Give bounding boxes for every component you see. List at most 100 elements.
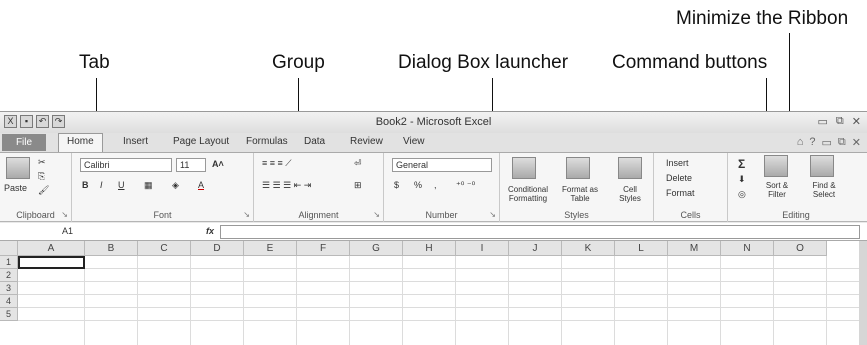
grid-line <box>18 294 859 295</box>
sort-filter-icon <box>764 155 788 177</box>
number-format-box[interactable]: General <box>392 158 492 172</box>
paste-button[interactable]: Paste <box>4 183 27 193</box>
column-header[interactable]: B <box>85 241 138 256</box>
excel-window: X ▪ ↶ ↷ Book2 - Microsoft Excel ▭ ⧉ ✕ Fi… <box>0 111 867 345</box>
column-header[interactable]: O <box>774 241 827 256</box>
format-cells-button[interactable]: Format <box>666 188 695 198</box>
wrap-text-icon[interactable]: ⏎ <box>354 158 362 169</box>
tab-formulas[interactable]: Formulas <box>246 136 288 147</box>
insert-cells-button[interactable]: Insert <box>666 158 689 168</box>
tab-home[interactable]: Home <box>58 133 103 152</box>
fx-icon[interactable]: fx <box>206 226 214 236</box>
close-workbook-button[interactable]: ✕ <box>852 136 861 149</box>
copy-icon[interactable]: ⎘ <box>38 171 45 182</box>
vertical-scrollbar[interactable] <box>859 241 867 345</box>
delete-cells-button[interactable]: Delete <box>666 173 692 183</box>
align-top-icon[interactable]: ≡ ≡ ≡ ⟋ <box>262 158 292 169</box>
format-as-table-button[interactable]: Format as Table <box>556 185 604 203</box>
row-header[interactable]: 3 <box>0 282 18 295</box>
row-header[interactable]: 1 <box>0 256 18 269</box>
name-box[interactable]: A1 <box>2 225 130 239</box>
font-name-box[interactable]: Calibri <box>80 158 172 172</box>
column-header[interactable]: L <box>615 241 668 256</box>
column-header[interactable]: E <box>244 241 297 256</box>
tab-insert[interactable]: Insert <box>123 136 148 147</box>
active-cell-A1[interactable] <box>18 256 85 269</box>
tab-view[interactable]: View <box>403 136 425 147</box>
comma-button[interactable]: , <box>434 180 437 190</box>
grid-line <box>349 256 350 345</box>
tab-data[interactable]: Data <box>304 136 325 147</box>
column-header[interactable]: C <box>138 241 191 256</box>
tab-page-layout[interactable]: Page Layout <box>173 136 229 147</box>
cut-icon[interactable]: ✂ <box>38 157 46 168</box>
clipboard-launcher-icon[interactable]: ↘ <box>61 210 68 219</box>
row-header[interactable]: 5 <box>0 308 18 321</box>
ribbon: Paste ✂ ⎘ 🖌 Clipboard ↘ Calibri 11 A˄ B … <box>0 152 867 222</box>
sort-filter-button[interactable]: Sort & Filter <box>761 181 793 199</box>
row-header[interactable]: 4 <box>0 295 18 308</box>
column-header[interactable]: D <box>191 241 244 256</box>
underline-button[interactable]: U <box>118 180 125 190</box>
restore-window-button[interactable]: ⧉ <box>836 115 844 128</box>
autosum-button[interactable]: Σ <box>738 157 745 171</box>
formula-input[interactable] <box>220 225 860 239</box>
font-color-icon[interactable]: A <box>198 180 204 190</box>
group-number: General $ % , ⁺⁰ ⁻⁰ Number ↘ <box>384 153 500 222</box>
annotation-dialog-box-launcher: Dialog Box launcher <box>398 52 569 73</box>
conditional-formatting-icon <box>512 157 536 179</box>
column-header[interactable]: F <box>297 241 350 256</box>
currency-button[interactable]: $ <box>394 180 399 190</box>
clear-icon[interactable]: ◎ <box>738 189 746 200</box>
percent-button[interactable]: % <box>414 180 422 190</box>
conditional-formatting-button[interactable]: Conditional Formatting <box>502 185 554 203</box>
number-launcher-icon[interactable]: ↘ <box>489 210 496 219</box>
column-header[interactable]: A <box>18 241 85 256</box>
find-select-button[interactable]: Find & Select <box>804 181 844 199</box>
grid-line <box>18 281 859 282</box>
grow-font-icon[interactable]: A˄ <box>212 159 224 169</box>
alignment-launcher-icon[interactable]: ↘ <box>373 210 380 219</box>
align-left-icon[interactable]: ☰ ☰ ☰ ⇤ ⇥ <box>262 180 311 191</box>
merge-center-icon[interactable]: ⊞ <box>354 180 362 191</box>
close-window-button[interactable]: ✕ <box>852 115 861 128</box>
grid-line <box>826 256 827 345</box>
column-header[interactable]: H <box>403 241 456 256</box>
minimize-ribbon-icon[interactable]: ⌂ <box>797 136 804 149</box>
bold-button[interactable]: B <box>82 180 89 190</box>
group-label-alignment: Alignment <box>298 210 339 220</box>
minimize-workbook-button[interactable]: ▭ <box>822 136 832 149</box>
font-size-box[interactable]: 11 <box>176 158 206 172</box>
grid-line <box>190 256 191 345</box>
restore-workbook-button[interactable]: ⧉ <box>838 136 846 149</box>
column-header[interactable]: N <box>721 241 774 256</box>
group-alignment: ≡ ≡ ≡ ⟋ ☰ ☰ ☰ ⇤ ⇥ ⏎ ⊞ Alignment ↘ <box>254 153 384 222</box>
window-title: Book2 - Microsoft Excel <box>375 116 492 128</box>
minimize-window-button[interactable]: ▭ <box>818 115 828 128</box>
grid-line <box>508 256 509 345</box>
grid-line <box>614 256 615 345</box>
column-header[interactable]: K <box>562 241 615 256</box>
column-header[interactable]: I <box>456 241 509 256</box>
grid-line <box>18 268 859 269</box>
fill-color-icon[interactable]: ◈ <box>172 180 179 191</box>
annotation-group: Group <box>272 52 325 73</box>
find-select-icon <box>810 155 834 177</box>
format-painter-icon[interactable]: 🖌 <box>38 185 49 196</box>
column-header[interactable]: J <box>509 241 562 256</box>
help-icon[interactable]: ? <box>809 136 815 149</box>
grid-line <box>720 256 721 345</box>
fill-icon[interactable]: ⬇ <box>738 174 746 185</box>
annotation-tab: Tab <box>79 52 110 73</box>
row-header[interactable]: 2 <box>0 269 18 282</box>
column-header[interactable]: G <box>350 241 403 256</box>
tab-file[interactable]: File <box>2 134 46 151</box>
italic-button[interactable]: I <box>100 180 103 190</box>
font-launcher-icon[interactable]: ↘ <box>243 210 250 219</box>
borders-icon[interactable]: ▦ <box>144 180 153 191</box>
column-header[interactable]: M <box>668 241 721 256</box>
decimal-icon[interactable]: ⁺⁰ ⁻⁰ <box>456 180 475 191</box>
select-all-corner[interactable] <box>0 241 18 256</box>
cell-styles-button[interactable]: Cell Styles <box>612 185 648 203</box>
tab-review[interactable]: Review <box>350 136 383 147</box>
